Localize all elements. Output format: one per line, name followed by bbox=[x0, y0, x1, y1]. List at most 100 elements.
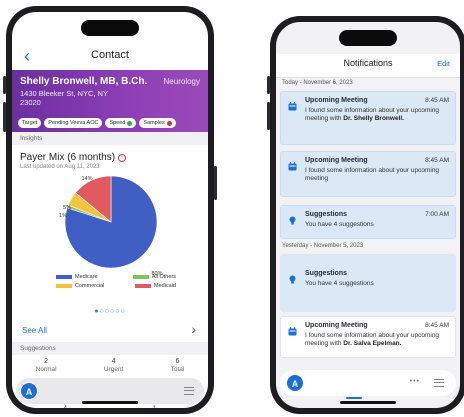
day-header-yesterday: Yesterday - November 5, 2023 bbox=[276, 241, 460, 252]
edit-button[interactable]: Edit bbox=[437, 59, 450, 68]
stage: ‹ Contact Shelly Bronwell, MB, B.Ch. Neu… bbox=[0, 0, 464, 417]
contact-address-line2: 23020 bbox=[20, 98, 41, 107]
page-indicator[interactable]: ●○○○○○ bbox=[12, 308, 208, 315]
lightbulb-icon bbox=[288, 212, 297, 225]
card-updated: Last updated on Aug 11, 2023 bbox=[20, 164, 100, 170]
stat-total[interactable]: 6 Total bbox=[171, 358, 185, 373]
home-indicator[interactable] bbox=[82, 401, 138, 404]
notification-card[interactable]: Suggestions You have 4 suggestions bbox=[280, 254, 456, 312]
pie-data-label: 1% bbox=[59, 213, 67, 219]
chevron-right-icon[interactable]: › bbox=[191, 321, 196, 337]
pie-data-label: 14% bbox=[81, 176, 92, 182]
legend-item-medicaid: Medicaid bbox=[134, 283, 176, 289]
pill-label: Target bbox=[22, 120, 38, 126]
assistant-avatar-button[interactable]: A bbox=[286, 374, 304, 392]
notification-body: I found some information about your upco… bbox=[305, 167, 450, 183]
notification-body-text: You have 4 suggestions bbox=[305, 280, 374, 287]
legend-item-medicare: Medicare bbox=[56, 274, 98, 280]
suggestion-stats: 2 Normal 4 Urgent 6 Total bbox=[12, 358, 208, 373]
notification-time: 8:45 AM bbox=[425, 157, 449, 164]
dynamic-island bbox=[81, 20, 139, 36]
legend-label: Medicare bbox=[75, 274, 98, 280]
volume-button bbox=[3, 102, 6, 132]
home-indicator[interactable] bbox=[340, 401, 396, 404]
bottom-toolbar: A ••• bbox=[280, 370, 456, 396]
card-title-text: Payer Mix (6 months) bbox=[20, 152, 116, 163]
insights-section-label: Insights bbox=[12, 132, 208, 145]
legend-item-commercial: Commercial bbox=[56, 283, 104, 289]
notification-card[interactable]: Suggestions 7:00 AM You have 4 suggestio… bbox=[280, 205, 456, 239]
legend-label: All Others bbox=[151, 274, 176, 280]
calendar-icon bbox=[288, 98, 297, 111]
menu-icon[interactable] bbox=[184, 387, 194, 395]
stat-value: 2 bbox=[44, 358, 49, 365]
see-all-link[interactable]: See All bbox=[22, 326, 47, 335]
nav-bar: Notifications Edit bbox=[276, 54, 460, 78]
notification-card[interactable]: Upcoming Meeting 8:45 AM I found some in… bbox=[280, 151, 456, 197]
contact-specialty: Neurology bbox=[163, 77, 200, 86]
dynamic-island bbox=[339, 30, 397, 46]
legend-swatch bbox=[132, 275, 149, 279]
pie-data-label: 5% bbox=[63, 205, 71, 211]
phone-left: ‹ Contact Shelly Bronwell, MB, B.Ch. Neu… bbox=[3, 6, 217, 414]
notification-time: 8:45 AM bbox=[425, 322, 449, 329]
notification-body-bold: Dr. Salva Epelman. bbox=[343, 340, 402, 347]
phone-right: Notifications Edit Today - November 6, 2… bbox=[267, 16, 464, 414]
notification-body-text: I found some information about your upco… bbox=[305, 167, 440, 182]
notification-body-text: You have 4 suggestions bbox=[305, 221, 374, 228]
active-tab-indicator bbox=[346, 397, 362, 399]
status-dot-red bbox=[166, 120, 172, 126]
page-title: Contact bbox=[91, 49, 129, 61]
assistant-avatar-button[interactable]: A bbox=[20, 382, 38, 400]
notification-title: Suggestions bbox=[305, 270, 348, 277]
notification-body-bold: Dr. Shelly Bronwell. bbox=[343, 115, 404, 122]
legend-item-all-others: All Others bbox=[132, 274, 176, 280]
stat-label: Total bbox=[170, 366, 185, 373]
pill-target[interactable]: Target bbox=[18, 118, 42, 128]
pill-label: Speed bbox=[109, 120, 126, 126]
payer-mix-pie-chart: 80%1%5%14% bbox=[59, 175, 163, 276]
notification-body: I found some information about your upco… bbox=[305, 107, 450, 123]
page-title: Notifications bbox=[343, 58, 393, 68]
notification-body: I found some information about your upco… bbox=[305, 332, 450, 348]
legend-swatch bbox=[56, 284, 72, 288]
contact-header: Shelly Bronwell, MB, B.Ch. Neurology 143… bbox=[12, 70, 208, 132]
more-icon[interactable]: ••• bbox=[410, 378, 420, 385]
pill-samples[interactable]: Samples bbox=[139, 118, 176, 128]
nav-bar: ‹ Contact bbox=[12, 44, 208, 70]
stat-urgent[interactable]: 4 Urgent bbox=[104, 358, 124, 373]
stat-value: 4 bbox=[111, 358, 116, 365]
notification-card[interactable]: Upcoming Meeting 8:45 AM I found some in… bbox=[280, 91, 456, 145]
screen-contact: ‹ Contact Shelly Bronwell, MB, B.Ch. Neu… bbox=[12, 12, 208, 408]
notification-body: You have 4 suggestions bbox=[305, 221, 450, 229]
notification-body: You have 4 suggestions bbox=[305, 280, 450, 288]
pill-pending-aoc[interactable]: Pending Veeva AOC bbox=[44, 118, 103, 128]
stat-normal[interactable]: 2 Normal bbox=[36, 358, 57, 373]
chart-legend: Medicare All Others Commercial Medicaid bbox=[56, 274, 176, 292]
tag-pills: Target Pending Veeva AOC Speed Samples bbox=[18, 118, 176, 128]
volume-button bbox=[267, 76, 270, 94]
bottom-numbers: 4 1 bbox=[12, 406, 208, 408]
bottom-number: 1 bbox=[153, 406, 156, 408]
legend-swatch bbox=[56, 275, 72, 279]
bottom-number: 4 bbox=[64, 406, 67, 408]
volume-button bbox=[3, 76, 6, 94]
legend-swatch bbox=[134, 284, 151, 288]
menu-icon[interactable] bbox=[434, 379, 444, 387]
power-button bbox=[214, 166, 217, 200]
pill-label: Samples bbox=[143, 120, 165, 126]
suggestions-section-label: Suggestions bbox=[12, 342, 208, 355]
volume-button bbox=[267, 102, 270, 130]
notification-time: 7:00 AM bbox=[425, 211, 449, 218]
stat-value: 6 bbox=[175, 358, 180, 365]
contact-address-line1: 1430 Bleeker St, NYC, NY bbox=[20, 89, 108, 98]
pill-speed[interactable]: Speed bbox=[105, 118, 137, 128]
info-icon[interactable]: ! bbox=[118, 154, 127, 162]
screen-notifications: Notifications Edit Today - November 6, 2… bbox=[276, 22, 460, 408]
card-title: Payer Mix (6 months)! bbox=[20, 152, 127, 163]
stat-label: Urgent bbox=[103, 366, 124, 373]
legend-label: Commercial bbox=[75, 283, 105, 289]
lightbulb-icon bbox=[288, 271, 297, 284]
status-dot-green bbox=[127, 120, 133, 126]
notification-card[interactable]: Upcoming Meeting 8:45 AM I found some in… bbox=[280, 316, 456, 358]
